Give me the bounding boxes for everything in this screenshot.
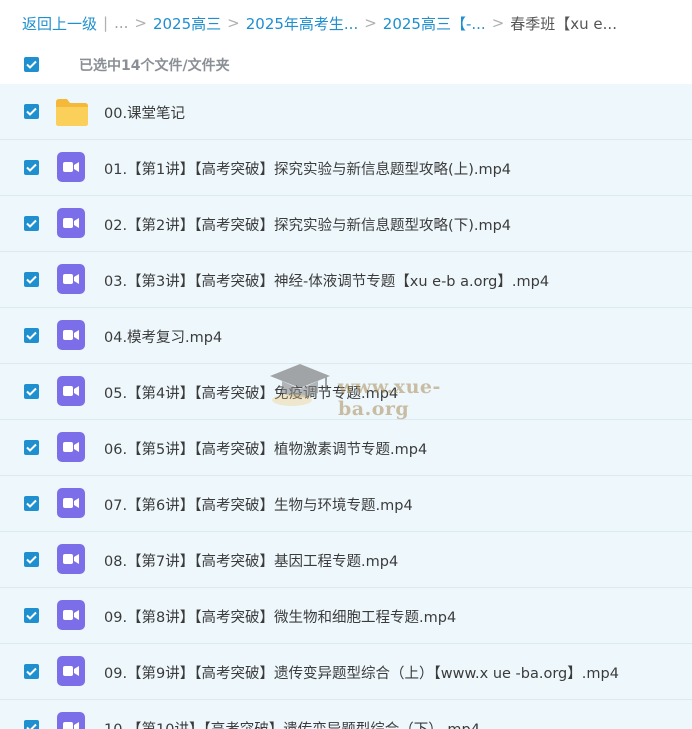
video-file-icon — [57, 712, 85, 729]
video-file-icon — [57, 376, 85, 406]
file-row[interactable]: 00.课堂笔记 — [0, 84, 692, 140]
breadcrumb-item-1[interactable]: 2025高三 — [153, 13, 221, 34]
back-link[interactable]: 返回上一级 — [22, 13, 97, 34]
file-row[interactable]: 06.【第5讲】【高考突破】植物激素调节专题.mp4 — [0, 420, 692, 476]
video-camera-icon — [63, 498, 79, 508]
check-icon — [26, 611, 37, 620]
video-camera-icon — [63, 554, 79, 564]
file-name[interactable]: 07.【第6讲】【高考突破】生物与环境专题.mp4 — [104, 494, 413, 515]
video-camera-icon — [63, 442, 79, 452]
file-name[interactable]: 10.【第10讲】【高考突破】遗传变异题型综合（下）.mp4 — [104, 718, 480, 729]
check-icon — [26, 723, 37, 729]
video-file-icon — [57, 152, 85, 182]
chevron-right-icon: > — [364, 14, 377, 32]
file-list: 00.课堂笔记 01.【第1讲】【高考突破】探究实验与新信息题型攻略(上).mp4… — [0, 84, 692, 729]
file-name[interactable]: 04.模考复习.mp4 — [104, 326, 222, 347]
file-checkbox[interactable] — [24, 216, 39, 231]
video-camera-icon — [63, 218, 79, 228]
file-checkbox[interactable] — [24, 496, 39, 511]
video-camera-icon — [63, 610, 79, 620]
breadcrumb: 返回上一级 | ... > 2025高三 > 2025年高考生... > 202… — [0, 0, 692, 46]
file-checkbox[interactable] — [24, 440, 39, 455]
file-checkbox[interactable] — [24, 272, 39, 287]
file-name[interactable]: 00.课堂笔记 — [104, 102, 185, 123]
file-row[interactable]: 08.【第7讲】【高考突破】基因工程专题.mp4 — [0, 532, 692, 588]
breadcrumb-separator: | — [103, 14, 109, 32]
video-file-icon — [57, 320, 85, 350]
video-camera-icon — [63, 162, 79, 172]
file-checkbox[interactable] — [24, 664, 39, 679]
file-row[interactable]: 05.【第4讲】【高考突破】免疫调节专题.mp4 — [0, 364, 692, 420]
breadcrumb-ellipsis[interactable]: ... — [114, 14, 128, 32]
video-camera-icon — [63, 666, 79, 676]
check-icon — [26, 443, 37, 452]
video-camera-icon — [63, 274, 79, 284]
file-name[interactable]: 03.【第3讲】【高考突破】神经-体液调节专题【xu e-b a.org】.mp… — [104, 270, 549, 291]
check-icon — [26, 163, 37, 172]
check-icon — [26, 107, 37, 116]
file-checkbox[interactable] — [24, 104, 39, 119]
check-icon — [26, 60, 37, 69]
selection-bar: 已选中14个文件/文件夹 — [0, 46, 692, 84]
file-row[interactable]: 09.【第9讲】【高考突破】遗传变异题型综合（上）【www.x ue -ba.o… — [0, 644, 692, 700]
file-row[interactable]: 10.【第10讲】【高考突破】遗传变异题型综合（下）.mp4 — [0, 700, 692, 729]
check-icon — [26, 667, 37, 676]
check-icon — [26, 275, 37, 284]
video-file-icon — [57, 432, 85, 462]
video-file-icon — [57, 208, 85, 238]
file-row[interactable]: 07.【第6讲】【高考突破】生物与环境专题.mp4 — [0, 476, 692, 532]
file-row[interactable]: 01.【第1讲】【高考突破】探究实验与新信息题型攻略(上).mp4 — [0, 140, 692, 196]
chevron-right-icon: > — [227, 14, 240, 32]
video-file-icon — [57, 488, 85, 518]
file-name[interactable]: 09.【第8讲】【高考突破】微生物和细胞工程专题.mp4 — [104, 606, 456, 627]
breadcrumb-current: 春季班【xu e... — [510, 14, 617, 33]
breadcrumb-item-2[interactable]: 2025年高考生... — [246, 13, 358, 34]
selection-count: 已选中14个文件/文件夹 — [79, 58, 230, 74]
chevron-right-icon: > — [134, 14, 147, 32]
video-camera-icon — [63, 330, 79, 340]
file-row[interactable]: 09.【第8讲】【高考突破】微生物和细胞工程专题.mp4 — [0, 588, 692, 644]
check-icon — [26, 331, 37, 340]
folder-icon — [55, 96, 89, 132]
video-file-icon — [57, 656, 85, 686]
check-icon — [26, 555, 37, 564]
file-checkbox[interactable] — [24, 328, 39, 343]
file-name[interactable]: 06.【第5讲】【高考突破】植物激素调节专题.mp4 — [104, 438, 427, 459]
check-icon — [26, 387, 37, 396]
file-row[interactable]: 04.模考复习.mp4 — [0, 308, 692, 364]
video-file-icon — [57, 600, 85, 630]
check-icon — [26, 219, 37, 228]
file-row[interactable]: 03.【第3讲】【高考突破】神经-体液调节专题【xu e-b a.org】.mp… — [0, 252, 692, 308]
file-checkbox[interactable] — [24, 608, 39, 623]
video-camera-icon — [63, 386, 79, 396]
file-name[interactable]: 09.【第9讲】【高考突破】遗传变异题型综合（上）【www.x ue -ba.o… — [104, 662, 619, 683]
video-camera-icon — [63, 722, 79, 729]
file-checkbox[interactable] — [24, 720, 39, 729]
file-name[interactable]: 08.【第7讲】【高考突破】基因工程专题.mp4 — [104, 550, 398, 571]
folder-icon — [56, 99, 88, 126]
file-row[interactable]: 02.【第2讲】【高考突破】探究实验与新信息题型攻略(下).mp4 — [0, 196, 692, 252]
breadcrumb-item-3[interactable]: 2025高三【-... — [383, 13, 486, 34]
chevron-right-icon: > — [491, 14, 505, 32]
select-all-checkbox[interactable] — [24, 57, 39, 72]
file-name[interactable]: 02.【第2讲】【高考突破】探究实验与新信息题型攻略(下).mp4 — [104, 214, 511, 235]
video-file-icon — [57, 544, 85, 574]
file-name[interactable]: 01.【第1讲】【高考突破】探究实验与新信息题型攻略(上).mp4 — [104, 158, 511, 179]
file-checkbox[interactable] — [24, 552, 39, 567]
check-icon — [26, 499, 37, 508]
video-file-icon — [57, 264, 85, 294]
file-checkbox[interactable] — [24, 384, 39, 399]
file-checkbox[interactable] — [24, 160, 39, 175]
file-name[interactable]: 05.【第4讲】【高考突破】免疫调节专题.mp4 — [104, 382, 398, 403]
